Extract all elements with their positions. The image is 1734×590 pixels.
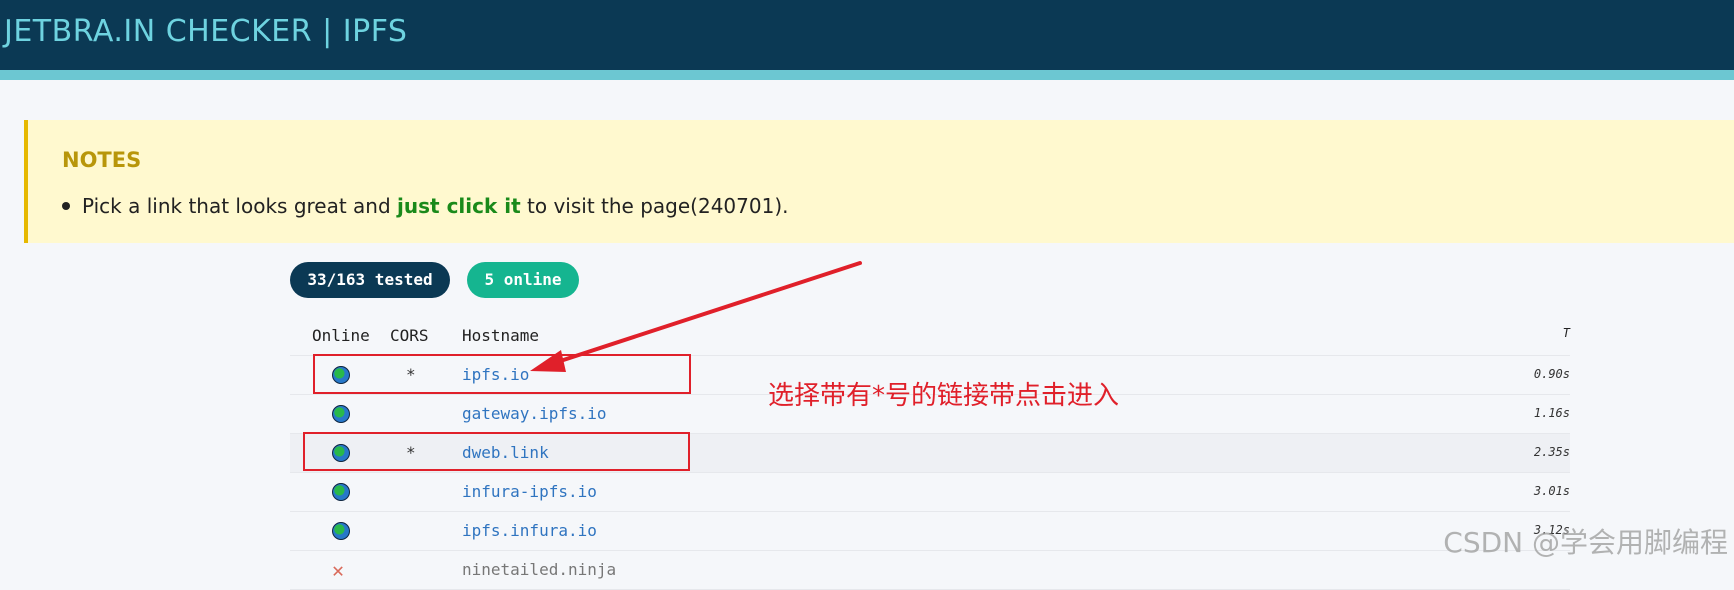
annotation-arrow-icon (530, 261, 862, 372)
watermark: CSDN @学会用脚编程 (1443, 526, 1728, 559)
annotation-text: 选择带有*号的链接带点击进入 (768, 381, 1120, 411)
